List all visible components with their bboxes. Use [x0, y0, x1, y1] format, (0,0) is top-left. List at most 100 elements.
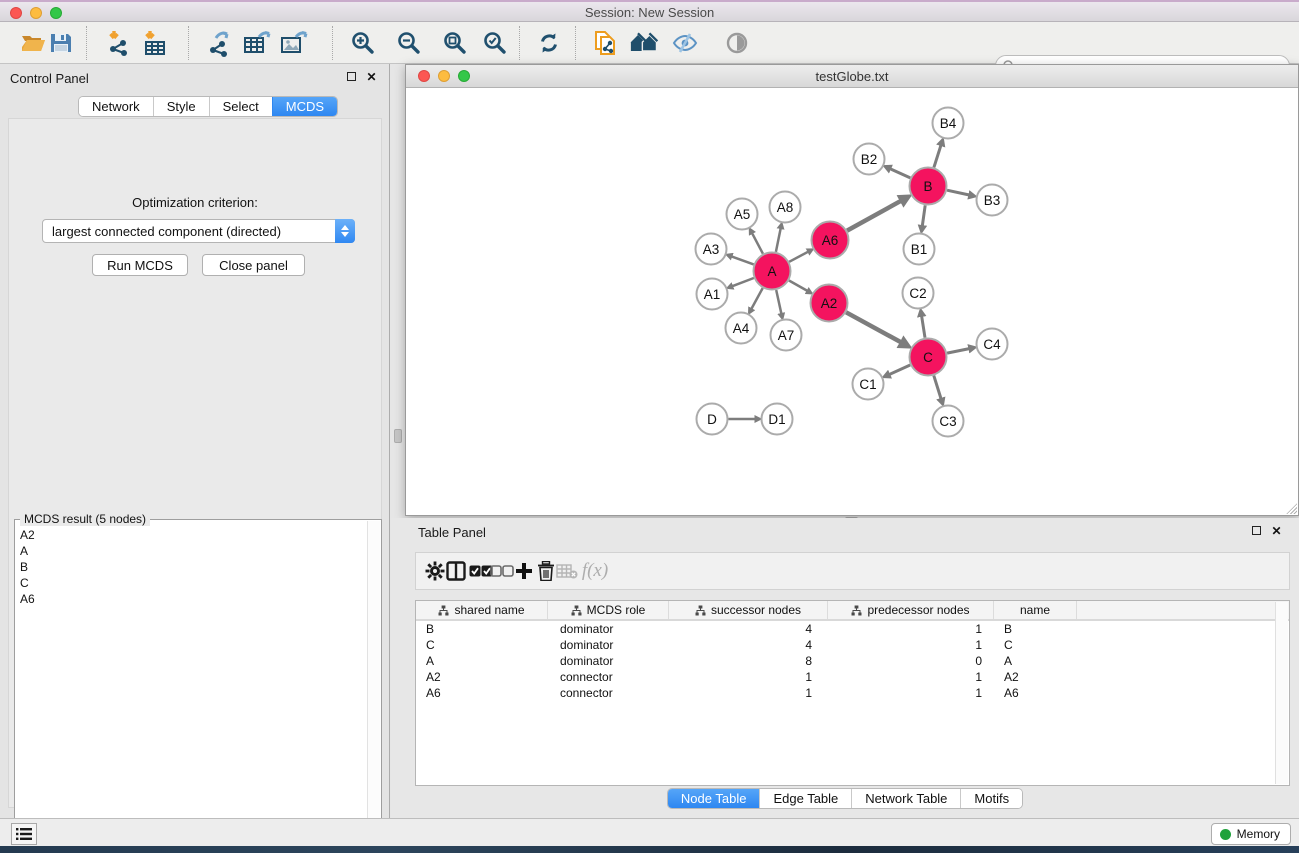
node-A8[interactable]: A8: [770, 192, 801, 223]
memory-button[interactable]: Memory: [1211, 823, 1291, 845]
node-B2[interactable]: B2: [854, 144, 885, 175]
column-header-shared-name[interactable]: shared name: [416, 601, 548, 619]
table-cell[interactable]: dominator: [548, 622, 669, 636]
node-A2[interactable]: A2: [811, 285, 848, 322]
save-icon[interactable]: [46, 28, 76, 58]
import-network-icon[interactable]: [104, 28, 134, 58]
node-C3[interactable]: C3: [933, 406, 964, 437]
result-scrollbar[interactable]: [367, 521, 380, 853]
tab-node-table[interactable]: Node Table: [668, 789, 760, 808]
node-A6[interactable]: A6: [812, 222, 849, 259]
table-row[interactable]: Cdominator41C: [416, 637, 1289, 653]
column-layout-icon[interactable]: [444, 559, 468, 583]
edge-A-A7[interactable]: [776, 290, 781, 314]
table-cell[interactable]: 1: [669, 670, 828, 684]
add-column-icon[interactable]: [512, 559, 536, 583]
table-cell[interactable]: B: [416, 622, 548, 636]
task-history-button[interactable]: [11, 823, 37, 845]
node-C4[interactable]: C4: [977, 329, 1008, 360]
table-cell[interactable]: connector: [548, 670, 669, 684]
table-cell[interactable]: A6: [416, 686, 548, 700]
table-cell[interactable]: 1: [828, 622, 994, 636]
tab-network-table[interactable]: Network Table: [851, 789, 960, 808]
edge-A-A4[interactable]: [751, 288, 762, 309]
node-B4[interactable]: B4: [933, 108, 964, 139]
export-table-icon[interactable]: [242, 28, 272, 58]
run-mcds-button[interactable]: Run MCDS: [92, 254, 188, 276]
open-folder-icon[interactable]: [18, 28, 48, 58]
table-cell[interactable]: 4: [669, 622, 828, 636]
edge-A-A1[interactable]: [732, 278, 754, 286]
table-cell[interactable]: connector: [548, 686, 669, 700]
table-cell[interactable]: A6: [994, 686, 1077, 700]
network-graph[interactable]: AA6A2BCA1A3A4A5A7A8B1B2B3B4C1C2C3C4DD1: [407, 89, 1297, 515]
refresh-icon[interactable]: [534, 28, 564, 58]
node-table[interactable]: shared nameMCDS rolesuccessor nodesprede…: [415, 600, 1290, 786]
tab-style[interactable]: Style: [153, 97, 209, 116]
table-cell[interactable]: A2: [416, 670, 548, 684]
edge-C-C4[interactable]: [947, 349, 969, 354]
result-node-item[interactable]: A2: [20, 527, 362, 543]
export-image-icon[interactable]: [279, 28, 309, 58]
eye-icon[interactable]: [722, 28, 752, 58]
close-panel-button[interactable]: Close panel: [202, 254, 305, 276]
deselect-all-icon[interactable]: [490, 559, 514, 583]
table-scrollbar[interactable]: [1275, 602, 1288, 784]
node-C[interactable]: C: [910, 339, 947, 376]
resize-grip[interactable]: [1284, 501, 1297, 514]
node-B1[interactable]: B1: [904, 234, 935, 265]
table-cell[interactable]: A2: [994, 670, 1077, 684]
zoom-out-icon[interactable]: [394, 28, 424, 58]
zoom-selected-icon[interactable]: [480, 28, 510, 58]
zoom-in-icon[interactable]: [348, 28, 378, 58]
table-cell[interactable]: C: [994, 638, 1077, 652]
float-table-panel-icon[interactable]: [1250, 524, 1263, 537]
table-cell[interactable]: 4: [669, 638, 828, 652]
close-panel-icon[interactable]: ✕: [365, 70, 378, 83]
import-table-icon[interactable]: [140, 28, 170, 58]
tab-edge-table[interactable]: Edge Table: [759, 789, 851, 808]
tab-select[interactable]: Select: [209, 97, 272, 116]
table-cell[interactable]: 1: [828, 638, 994, 652]
table-row[interactable]: A2connector11A2: [416, 669, 1289, 685]
network-document-icon[interactable]: [590, 28, 620, 58]
table-cell[interactable]: 1: [828, 686, 994, 700]
node-A7[interactable]: A7: [771, 320, 802, 351]
table-row[interactable]: Adominator80A: [416, 653, 1289, 669]
table-cell[interactable]: A: [994, 654, 1077, 668]
zoom-fit-icon[interactable]: [440, 28, 470, 58]
result-node-item[interactable]: B: [20, 559, 362, 575]
edge-A-A2[interactable]: [789, 281, 807, 291]
result-node-item[interactable]: A6: [20, 591, 362, 607]
close-table-panel-icon[interactable]: ✕: [1270, 524, 1283, 537]
export-network-icon[interactable]: [205, 28, 235, 58]
mcds-result-list[interactable]: A2ABCA6: [16, 521, 366, 853]
edge-A-A5[interactable]: [752, 233, 763, 254]
network-window-titlebar[interactable]: testGlobe.txt: [406, 65, 1298, 88]
edge-B-B3[interactable]: [947, 190, 969, 195]
edge-C-C2[interactable]: [922, 316, 925, 338]
node-A5[interactable]: A5: [727, 199, 758, 230]
table-row[interactable]: A6connector11A6: [416, 685, 1289, 701]
node-A3[interactable]: A3: [696, 234, 727, 265]
edge-A-A3[interactable]: [732, 256, 754, 264]
result-node-item[interactable]: A: [20, 543, 362, 559]
edge-C-C3[interactable]: [934, 376, 941, 399]
node-B3[interactable]: B3: [977, 185, 1008, 216]
delete-table-icon[interactable]: [555, 559, 579, 583]
edge-B-B2[interactable]: [890, 169, 910, 178]
node-D1[interactable]: D1: [762, 404, 793, 435]
node-A4[interactable]: A4: [726, 313, 757, 344]
node-C1[interactable]: C1: [853, 369, 884, 400]
scrollbar-thumb[interactable]: [394, 429, 402, 443]
column-header-name[interactable]: name: [994, 601, 1077, 619]
edge-B-B4[interactable]: [934, 145, 941, 167]
table-cell[interactable]: C: [416, 638, 548, 652]
edge-B-B1[interactable]: [922, 205, 925, 226]
edge-A-A6[interactable]: [789, 252, 808, 262]
table-cell[interactable]: dominator: [548, 654, 669, 668]
column-header-successor-nodes[interactable]: successor nodes: [669, 601, 828, 619]
tab-mcds[interactable]: MCDS: [272, 97, 337, 116]
edge-A6-B[interactable]: [847, 201, 901, 231]
tab-network[interactable]: Network: [79, 97, 153, 116]
